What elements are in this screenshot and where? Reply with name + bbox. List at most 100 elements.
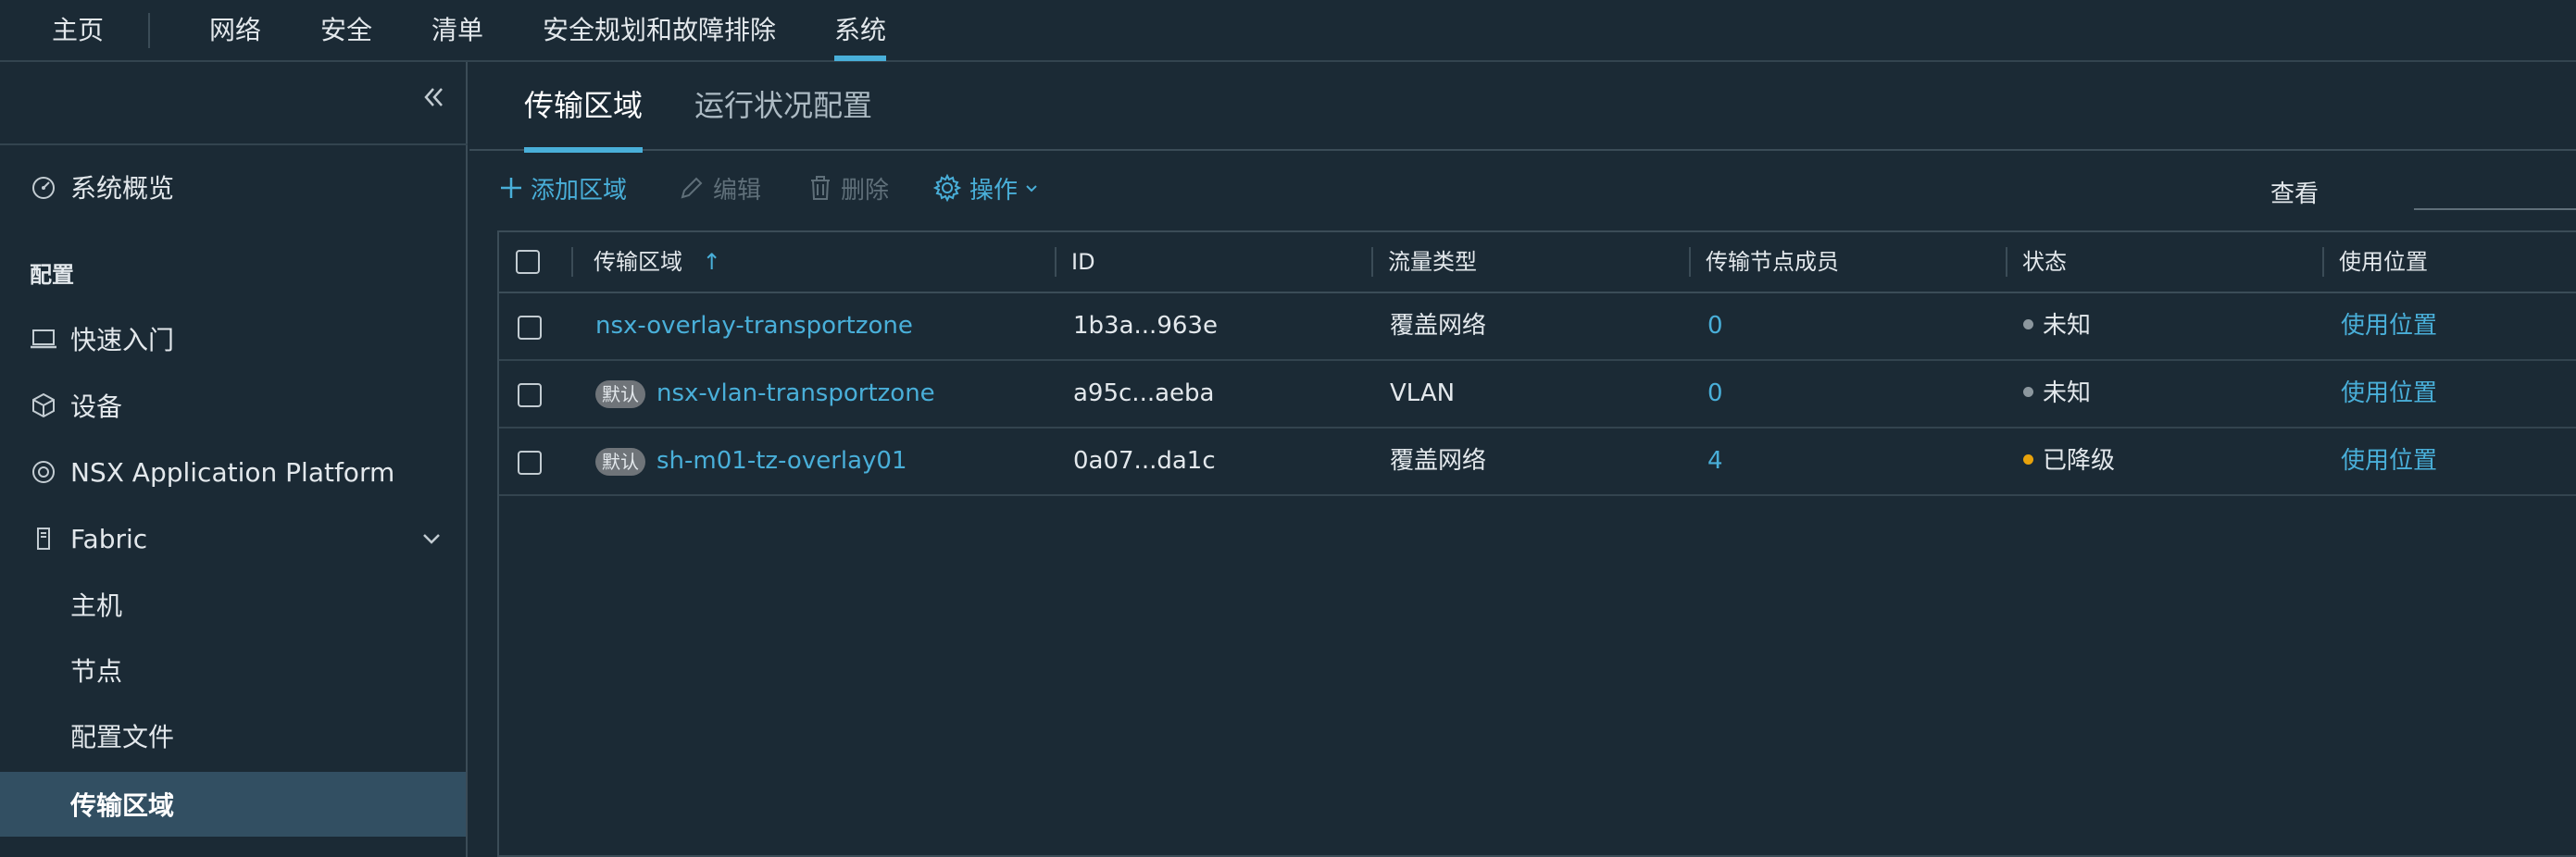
where-used-link[interactable]: 使用位置	[2341, 379, 2437, 407]
sort-ascending-icon[interactable]: ↑	[703, 249, 721, 275]
transport-zone-table: 传输区域 ↑ ID 流量类型 传输节点成员 状态 使用位置 nsx-overla…	[497, 230, 2576, 857]
nav-plan-troubleshoot[interactable]: 安全规划和故障排除	[543, 0, 776, 61]
table-row[interactable]: 默认 nsx-vlan-transportzone a95c...aeba VLA…	[499, 361, 2576, 428]
sidebar-item-label: 系统概览	[70, 173, 175, 204]
row-checkbox[interactable]	[518, 316, 542, 340]
column-header-where-used[interactable]: 使用位置	[2339, 232, 2428, 292]
traffic-type-cell: 覆盖网络	[1390, 447, 1487, 475]
sidebar-divider	[0, 143, 468, 145]
status-dot	[2023, 454, 2033, 465]
column-header-status[interactable]: 状态	[2022, 232, 2067, 292]
view-label[interactable]: 查看	[2270, 175, 2319, 209]
top-nav: 主页 网络 安全 清单 安全规划和故障排除 系统	[0, 0, 2576, 62]
sidebar-item-nsx-app-platform[interactable]: NSX Application Platform	[0, 440, 466, 504]
edit-label: 编辑	[713, 176, 762, 205]
row-checkbox[interactable]	[518, 451, 542, 475]
zone-id-cell: 1b3a...963e	[1073, 312, 1218, 340]
sidebar-item-label: 传输区域	[70, 790, 175, 821]
status-dot	[2023, 319, 2033, 329]
plus-icon	[501, 178, 521, 198]
column-separator	[2006, 247, 2007, 277]
main-content: 传输区域 运行状况配置 添加区域 编辑 删除 操作 查看 传输区域 ↑ ID 流…	[469, 62, 2576, 857]
column-separator	[2322, 247, 2324, 277]
column-header-transport-zone[interactable]: 传输区域 ↑	[594, 232, 721, 292]
members-cell: 4	[1707, 428, 1723, 494]
sidebar-item-system-overview[interactable]: 系统概览	[0, 155, 466, 219]
add-zone-button[interactable]: 添加区域	[499, 166, 627, 210]
zone-name-cell: 默认 nsx-vlan-transportzone	[595, 361, 935, 427]
actions-button[interactable]: 操作	[932, 166, 1047, 210]
traffic-type-cell: 覆盖网络	[1390, 312, 1487, 340]
nav-networking[interactable]: 网络	[209, 0, 261, 61]
actions-label: 操作	[969, 176, 1019, 205]
sidebar-item-quick-start[interactable]: 快速入门	[0, 306, 466, 371]
row-checkbox[interactable]	[518, 383, 542, 407]
chevron-down-icon	[1026, 185, 1037, 193]
dashboard-icon	[28, 171, 59, 203]
zone-id-cell: a95c...aeba	[1073, 379, 1215, 407]
platform-icon	[28, 456, 59, 488]
sidebar-section-config: 配置	[30, 262, 74, 288]
zone-id-cell: 0a07...da1c	[1073, 447, 1216, 475]
tab-health-config[interactable]: 运行状况配置	[694, 62, 872, 151]
where-used-link[interactable]: 使用位置	[2341, 312, 2437, 340]
column-header-label: 传输区域	[594, 249, 682, 275]
column-separator	[1689, 247, 1691, 277]
sidebar-item-label: Fabric	[70, 523, 148, 554]
members-link[interactable]: 0	[1707, 312, 1723, 340]
members-cell: 0	[1707, 293, 1723, 359]
cube-icon	[28, 390, 59, 421]
zone-name-link[interactable]: sh-m01-tz-overlay01	[657, 447, 907, 475]
sidebar-item-fabric[interactable]: Fabric	[0, 506, 466, 571]
view-filter-underline	[2414, 208, 2576, 210]
sidebar-item-profiles[interactable]: 配置文件	[0, 703, 466, 768]
chevron-down-icon[interactable]	[418, 525, 445, 553]
delete-label: 删除	[841, 176, 890, 205]
pencil-icon	[681, 177, 703, 199]
status-text: 未知	[2043, 379, 2092, 407]
table-header: 传输区域 ↑ ID 流量类型 传输节点成员 状态 使用位置	[499, 232, 2576, 293]
column-header-members[interactable]: 传输节点成员	[1706, 232, 1839, 292]
edit-button[interactable]: 编辑	[678, 166, 761, 210]
nav-security[interactable]: 安全	[320, 0, 372, 61]
table-row[interactable]: nsx-overlay-transportzone 1b3a...963e 覆盖…	[499, 293, 2576, 361]
status-cell: 未知	[2023, 293, 2091, 359]
nav-inventory[interactable]: 清单	[431, 0, 483, 61]
zone-name-link[interactable]: nsx-vlan-transportzone	[657, 379, 935, 407]
zone-name-link[interactable]: nsx-overlay-transportzone	[595, 312, 913, 340]
add-zone-label: 添加区域	[531, 176, 628, 205]
status-text: 已降级	[2043, 447, 2116, 475]
collapse-sidebar-icon[interactable]	[417, 81, 450, 114]
delete-button[interactable]: 删除	[807, 166, 889, 210]
toolbar: 添加区域 编辑 删除 操作 查看	[469, 166, 2576, 210]
members-link[interactable]: 4	[1707, 447, 1723, 475]
where-used-cell: 使用位置	[2341, 361, 2437, 427]
sidebar: 系统概览 配置 快速入门 设备 NSX Application Platform…	[0, 62, 468, 857]
column-header-id[interactable]: ID	[1071, 232, 1095, 292]
sidebar-item-nodes[interactable]: 节点	[0, 638, 466, 702]
column-header-traffic-type[interactable]: 流量类型	[1388, 232, 1477, 292]
status-dot	[2023, 387, 2033, 397]
tab-transport-zones[interactable]: 传输区域	[524, 62, 644, 153]
where-used-link[interactable]: 使用位置	[2341, 447, 2437, 475]
sidebar-item-label: NSX Application Platform	[70, 456, 395, 488]
laptop-icon	[28, 323, 59, 354]
column-separator	[1371, 247, 1373, 277]
status-cell: 已降级	[2023, 428, 2115, 494]
select-all-checkbox[interactable]	[516, 250, 540, 274]
sidebar-item-transport-zones[interactable]: 传输区域	[0, 772, 466, 837]
sidebar-item-hosts[interactable]: 主机	[0, 572, 466, 637]
where-used-cell: 使用位置	[2341, 293, 2437, 359]
column-separator	[571, 247, 573, 277]
sidebar-item-appliances[interactable]: 设备	[0, 373, 466, 438]
nav-home[interactable]: 主页	[52, 0, 104, 61]
sidebar-item-label: 设备	[70, 391, 123, 422]
members-link[interactable]: 0	[1707, 379, 1723, 407]
nav-system[interactable]: 系统	[834, 0, 887, 61]
zone-name-cell: nsx-overlay-transportzone	[595, 293, 913, 359]
column-separator	[1055, 247, 1057, 277]
trash-icon	[811, 176, 830, 200]
sidebar-item-label: 节点	[70, 656, 123, 687]
table-row[interactable]: 默认 sh-m01-tz-overlay01 0a07...da1c 覆盖网络 4…	[499, 428, 2576, 496]
zone-name-cell: 默认 sh-m01-tz-overlay01	[595, 428, 907, 494]
